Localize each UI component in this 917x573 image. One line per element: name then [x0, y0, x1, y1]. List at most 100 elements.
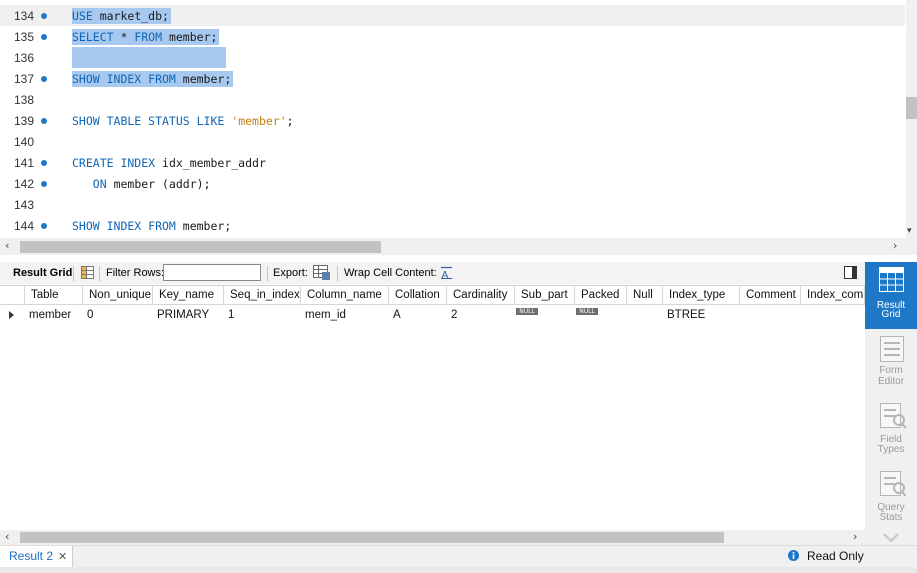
query-stats-button[interactable]: Query Stats	[865, 467, 917, 527]
column-header[interactable]: Index_type	[663, 286, 740, 305]
tab-result-2[interactable]: Result 2 ✕	[0, 546, 73, 568]
column-header[interactable]: Key_name	[153, 286, 224, 305]
field-types-button[interactable]: Field Types	[865, 399, 917, 459]
table-cell[interactable]: 1	[228, 306, 234, 324]
editor-line[interactable]: 144 SHOW INDEX FROM member;	[0, 215, 905, 236]
sql-editor[interactable]: 140 134 USE market_db; 135 SELECT * FROM mem…	[0, 0, 917, 238]
filter-rows-input[interactable]	[163, 264, 261, 281]
editor-line[interactable]: 138	[0, 89, 905, 110]
line-number: 144	[13, 219, 34, 233]
line-number: 137	[13, 72, 34, 86]
statement-marker-icon	[41, 160, 47, 166]
editor-line[interactable]: 143	[0, 194, 905, 215]
table-cell[interactable]: 2	[451, 306, 457, 324]
form-editor-button[interactable]: Form Editor	[865, 332, 917, 392]
read-only-status: Read Only	[807, 549, 864, 563]
close-icon[interactable]: ✕	[58, 550, 67, 563]
code-text: SHOW TABLE STATUS LIKE 'member';	[72, 113, 294, 129]
sql-keyword: SHOW INDEX FROM	[72, 72, 176, 86]
column-header[interactable]: Column_name	[301, 286, 389, 305]
statement-marker-icon	[41, 76, 47, 82]
scroll-left-icon[interactable]: ‹	[5, 530, 9, 543]
query-stats-button-label: Stats	[879, 512, 903, 523]
editor-line[interactable]: 135 SELECT * FROM member;	[0, 26, 905, 47]
sql-text: *	[113, 30, 135, 44]
column-header[interactable]: Index_comm	[801, 286, 865, 305]
wrap-text-icon[interactable]: A	[440, 266, 453, 281]
statement-marker-icon	[41, 118, 47, 124]
info-icon	[788, 550, 799, 564]
filter-rows-label: Filter Rows:	[106, 267, 165, 279]
table-cell[interactable]: 0	[87, 306, 93, 324]
scroll-right-icon[interactable]: ›	[853, 530, 857, 543]
editor-line[interactable]: 136	[0, 47, 905, 68]
editor-line[interactable]: 134 USE market_db;	[0, 5, 905, 26]
export-label: Export:	[273, 267, 308, 279]
result-grid-label[interactable]: Result Grid	[13, 267, 72, 279]
line-number: 141	[13, 156, 34, 170]
form-editor-icon	[880, 336, 904, 365]
grid-horizontal-scroll-thumb[interactable]	[20, 532, 724, 543]
null-badge[interactable]: NULL	[576, 308, 598, 315]
line-number: 142	[13, 177, 34, 191]
column-header[interactable]: Collation	[389, 286, 447, 305]
code-text: CREATE INDEX idx_member_addr	[72, 155, 266, 171]
table-cell[interactable]: PRIMARY	[157, 306, 209, 324]
selection-highlight	[79, 47, 226, 68]
sql-text: member (addr);	[106, 177, 211, 191]
editor-line[interactable]: 142 ON member (addr);	[0, 173, 905, 194]
toolbar-separator	[337, 266, 338, 281]
code-text: SHOW INDEX FROM member;	[72, 218, 231, 234]
export-icon[interactable]	[313, 265, 330, 280]
column-header[interactable]: Table	[25, 286, 83, 305]
result-grid-button[interactable]: Result Grid	[865, 262, 917, 329]
sql-text: idx_member_addr	[155, 156, 266, 170]
null-badge[interactable]: NULL	[516, 308, 538, 315]
line-number: 135	[13, 30, 34, 44]
line-number: 140	[13, 135, 34, 149]
editor-vertical-scroll-thumb[interactable]	[906, 97, 917, 119]
grid-view-icon[interactable]	[81, 266, 94, 279]
row-header-corner	[0, 286, 25, 305]
sql-text: member;	[162, 30, 218, 44]
column-header[interactable]: Sub_part	[515, 286, 575, 305]
statement-marker-icon	[41, 181, 47, 187]
editor-line[interactable]: 137 SHOW INDEX FROM member;	[0, 68, 905, 89]
toggle-panel-icon[interactable]	[844, 266, 857, 279]
column-header[interactable]: Cardinality	[447, 286, 515, 305]
sql-text: member;	[175, 219, 232, 233]
column-header[interactable]: Seq_in_index	[224, 286, 301, 305]
editor-line[interactable]: 141 CREATE INDEX idx_member_addr	[0, 152, 905, 173]
scroll-left-icon[interactable]: ‹	[5, 239, 9, 252]
table-cell[interactable]: mem_id	[305, 306, 346, 324]
table-cell[interactable]: A	[393, 306, 401, 324]
result-grid[interactable]: Table Non_unique Key_name Seq_in_index Colum…	[0, 285, 865, 530]
column-header[interactable]: Packed	[575, 286, 627, 305]
result-toolbar: Result Grid Filter Rows: Export: Wrap Ce…	[0, 262, 865, 284]
tab-result-2-label: Result 2	[9, 549, 54, 563]
statement-marker-icon	[41, 223, 47, 229]
editor-horizontal-scroll-thumb[interactable]	[20, 241, 381, 253]
table-cell[interactable]: BTREE	[667, 306, 705, 324]
query-stats-icon	[880, 471, 907, 500]
line-number: 136	[13, 51, 34, 65]
code-text: SELECT * FROM member;	[72, 29, 220, 45]
line-number: 138	[13, 93, 34, 107]
sql-keyword: CREATE INDEX	[72, 156, 156, 170]
scroll-right-icon[interactable]: ›	[893, 239, 897, 252]
result-grid-button-label: Grid	[881, 309, 901, 320]
editor-line[interactable]: 139 SHOW TABLE STATUS LIKE 'member';	[0, 110, 905, 131]
line-number: 143	[13, 198, 34, 212]
editor-line[interactable]: 140	[0, 131, 905, 152]
column-header[interactable]: Non_unique	[83, 286, 153, 305]
status-bar: Result 2 ✕ Read Only	[0, 545, 917, 568]
current-row-marker[interactable]	[0, 306, 24, 324]
scroll-down-icon[interactable]: ▾	[907, 226, 912, 236]
column-header[interactable]: Null	[627, 286, 663, 305]
table-cell[interactable]: member	[29, 306, 71, 324]
statement-marker-icon	[41, 13, 47, 19]
line-number: 134	[13, 9, 34, 23]
editor-vertical-scrollbar[interactable]	[906, 0, 917, 238]
sql-keyword: SHOW TABLE STATUS LIKE	[72, 114, 225, 128]
column-header[interactable]: Comment	[740, 286, 801, 305]
